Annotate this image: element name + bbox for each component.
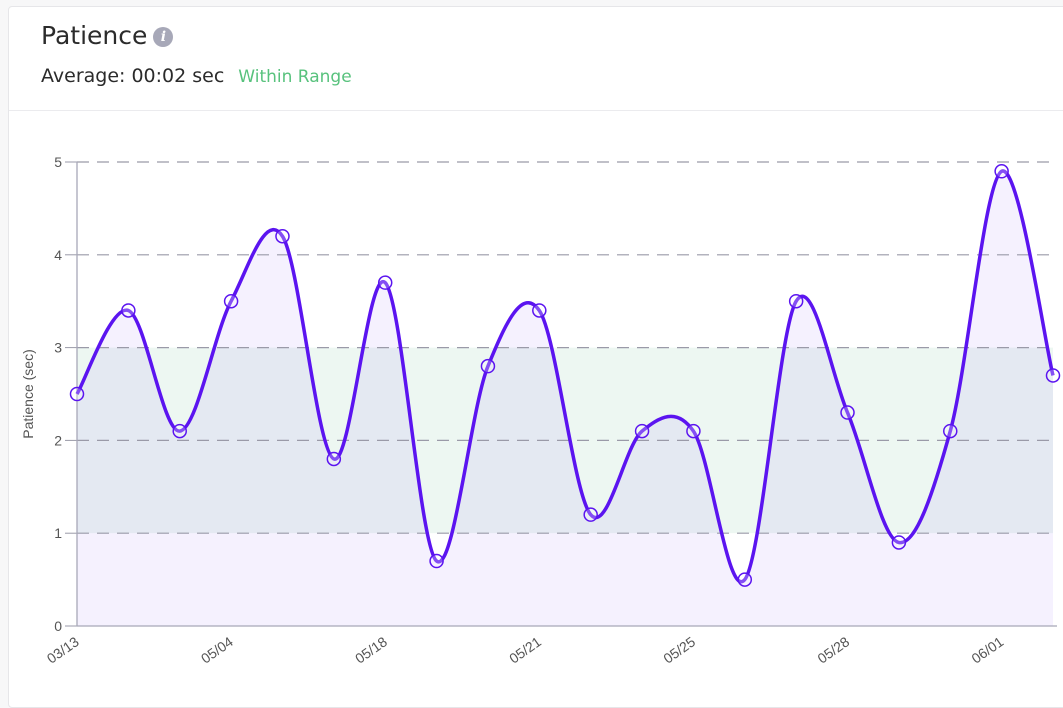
data-point bbox=[840, 405, 855, 420]
data-point bbox=[891, 535, 907, 550]
x-tick-label: 05/18 bbox=[352, 633, 390, 666]
data-point bbox=[275, 228, 290, 244]
data-point bbox=[121, 303, 136, 318]
data-point bbox=[634, 423, 650, 439]
x-tick-label: 05/21 bbox=[506, 633, 544, 666]
data-point bbox=[994, 164, 1009, 179]
data-point bbox=[377, 275, 393, 290]
x-tick-label: 03/13 bbox=[44, 633, 82, 666]
data-point bbox=[480, 358, 496, 374]
x-tick-label: 06/01 bbox=[968, 633, 1006, 666]
data-point bbox=[429, 553, 444, 569]
data-point bbox=[69, 386, 85, 402]
data-point bbox=[686, 423, 701, 439]
data-point bbox=[583, 507, 598, 522]
x-tick-label: 05/28 bbox=[814, 633, 852, 666]
data-point bbox=[532, 303, 547, 318]
y-tick-label: 0 bbox=[54, 618, 62, 634]
y-tick-label: 3 bbox=[54, 340, 62, 356]
y-tick-label: 2 bbox=[54, 432, 62, 448]
data-point bbox=[223, 293, 239, 309]
x-tick-label: 05/25 bbox=[660, 633, 698, 666]
data-point bbox=[1045, 368, 1061, 383]
y-axis-label: Patience (sec) bbox=[20, 349, 36, 438]
x-tick-label: 05/04 bbox=[198, 633, 236, 666]
data-point bbox=[172, 423, 187, 439]
data-point bbox=[737, 572, 753, 587]
data-point bbox=[326, 451, 342, 467]
patience-chart: 0 1 2 3 4 5 03/13 05/04 05/18 05/21 05/25 05/28 06/0… bbox=[20, 154, 1061, 667]
data-point bbox=[788, 293, 804, 309]
data-point bbox=[943, 423, 958, 439]
y-tick-label: 5 bbox=[54, 154, 62, 170]
y-tick-label: 1 bbox=[54, 525, 62, 541]
y-tick-label: 4 bbox=[54, 247, 62, 263]
